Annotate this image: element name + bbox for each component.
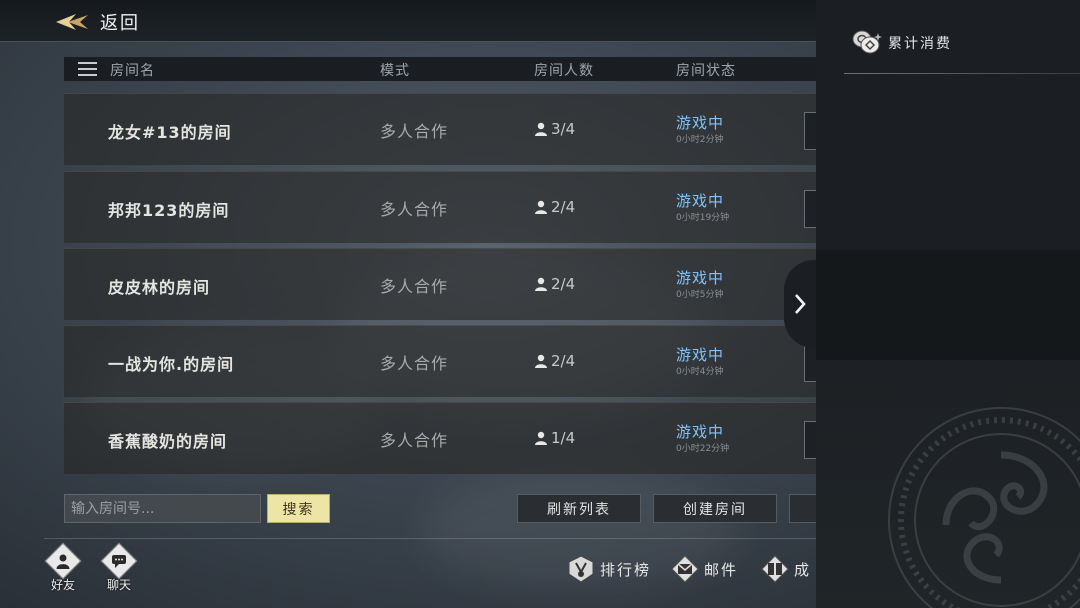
player-count-value: 2/4 — [551, 352, 576, 370]
right-panel: 累计消费 — [816, 0, 1080, 608]
room-row[interactable]: 邦邦123的房间 多人合作 2/4 游戏中 0小时19分钟 — [64, 171, 816, 243]
room-row[interactable]: 一战为你.的房间 多人合作 2/4 游戏中 0小时4分钟 — [64, 325, 816, 397]
mail-icon — [671, 555, 699, 583]
person-icon — [535, 277, 547, 291]
mail-button[interactable]: 邮件 — [670, 554, 738, 584]
player-count: 2/4 — [534, 275, 575, 293]
room-name: 香蕉酸奶的房间 — [108, 432, 228, 451]
book-icon — [761, 555, 789, 583]
room-row[interactable]: 龙女#13的房间 多人合作 3/4 游戏中 0小时2分钟 — [64, 93, 816, 165]
back-label: 返回 — [100, 13, 140, 34]
search-button[interactable]: 搜索 — [267, 494, 330, 523]
room-elapsed-time: 0小时22分钟 — [676, 444, 730, 454]
refresh-list-button[interactable]: 刷新列表 — [517, 494, 641, 523]
room-elapsed-time: 0小时4分钟 — [676, 367, 724, 377]
panel-divider — [844, 73, 1080, 74]
room-status: 游戏中 — [676, 114, 725, 132]
panel-band — [816, 250, 1080, 360]
room-name: 龙女#13的房间 — [108, 123, 232, 142]
chat-button[interactable]: 聊天 — [100, 542, 138, 593]
ornament-pattern-icon — [888, 407, 1080, 608]
ranking-icon — [568, 555, 594, 583]
room-mode: 多人合作 — [380, 122, 449, 141]
friends-button[interactable]: 好友 — [44, 542, 82, 593]
room-number-input[interactable] — [64, 494, 261, 523]
person-icon — [535, 122, 547, 136]
friends-icon — [56, 554, 70, 569]
room-status: 游戏中 — [676, 269, 725, 287]
room-elapsed-time: 0小时5分钟 — [676, 290, 724, 300]
achievement-button[interactable]: 成 — [760, 554, 811, 584]
join-button[interactable] — [804, 344, 816, 382]
player-count: 3/4 — [534, 120, 575, 138]
player-count: 1/4 — [534, 429, 575, 447]
room-name: 邦邦123的房间 — [108, 201, 230, 220]
room-name: 皮皮林的房间 — [108, 278, 211, 297]
expand-panel-button[interactable] — [784, 260, 816, 348]
chevron-right-icon — [795, 294, 806, 314]
room-elapsed-time: 0小时19分钟 — [676, 213, 730, 223]
header-mode: 模式 — [380, 63, 410, 79]
join-button[interactable] — [804, 190, 816, 228]
header-status: 房间状态 — [676, 63, 736, 79]
person-icon — [535, 354, 547, 368]
player-count-value: 2/4 — [551, 275, 576, 293]
room-row[interactable]: 皮皮林的房间 多人合作 2/4 游戏中 0小时5分钟 — [64, 248, 816, 320]
join-button[interactable] — [804, 112, 816, 150]
player-count: 2/4 — [534, 352, 575, 370]
room-row[interactable]: 香蕉酸奶的房间 多人合作 1/4 游戏中 0小时22分钟 — [64, 402, 816, 474]
person-icon — [535, 431, 547, 445]
room-mode: 多人合作 — [380, 277, 449, 296]
ranking-label: 排行榜 — [600, 560, 652, 579]
room-status: 游戏中 — [676, 346, 725, 364]
ranking-button[interactable]: 排行榜 — [566, 554, 651, 584]
top-bar: 返回 — [0, 0, 816, 42]
room-mode: 多人合作 — [380, 431, 449, 450]
extra-button[interactable] — [789, 494, 816, 523]
cumulative-spending-title: 累计消费 — [888, 36, 952, 52]
room-elapsed-time: 0小时2分钟 — [676, 135, 724, 145]
room-mode: 多人合作 — [380, 354, 449, 373]
player-count-value: 3/4 — [551, 120, 576, 138]
back-button[interactable]: 返回 — [54, 8, 140, 36]
back-arrow-icon — [56, 14, 88, 30]
create-room-button[interactable]: 创建房间 — [653, 494, 777, 523]
player-count-value: 1/4 — [551, 429, 576, 447]
coin-stack-icon — [852, 30, 882, 54]
divider — [44, 538, 816, 539]
chat-icon — [112, 555, 126, 568]
player-count-value: 2/4 — [551, 198, 576, 216]
player-count: 2/4 — [534, 198, 575, 216]
room-table-header: 房间名 模式 房间人数 房间状态 — [64, 57, 816, 81]
header-room-name: 房间名 — [110, 63, 155, 79]
menu-icon[interactable] — [78, 62, 97, 76]
achievement-label: 成 — [794, 560, 812, 579]
room-name: 一战为你.的房间 — [108, 355, 235, 374]
header-players: 房间人数 — [534, 63, 594, 79]
mail-label: 邮件 — [704, 560, 739, 579]
person-icon — [535, 200, 547, 214]
room-mode: 多人合作 — [380, 200, 449, 219]
room-status: 游戏中 — [676, 192, 725, 210]
room-status: 游戏中 — [676, 423, 725, 441]
join-button[interactable] — [804, 421, 816, 459]
